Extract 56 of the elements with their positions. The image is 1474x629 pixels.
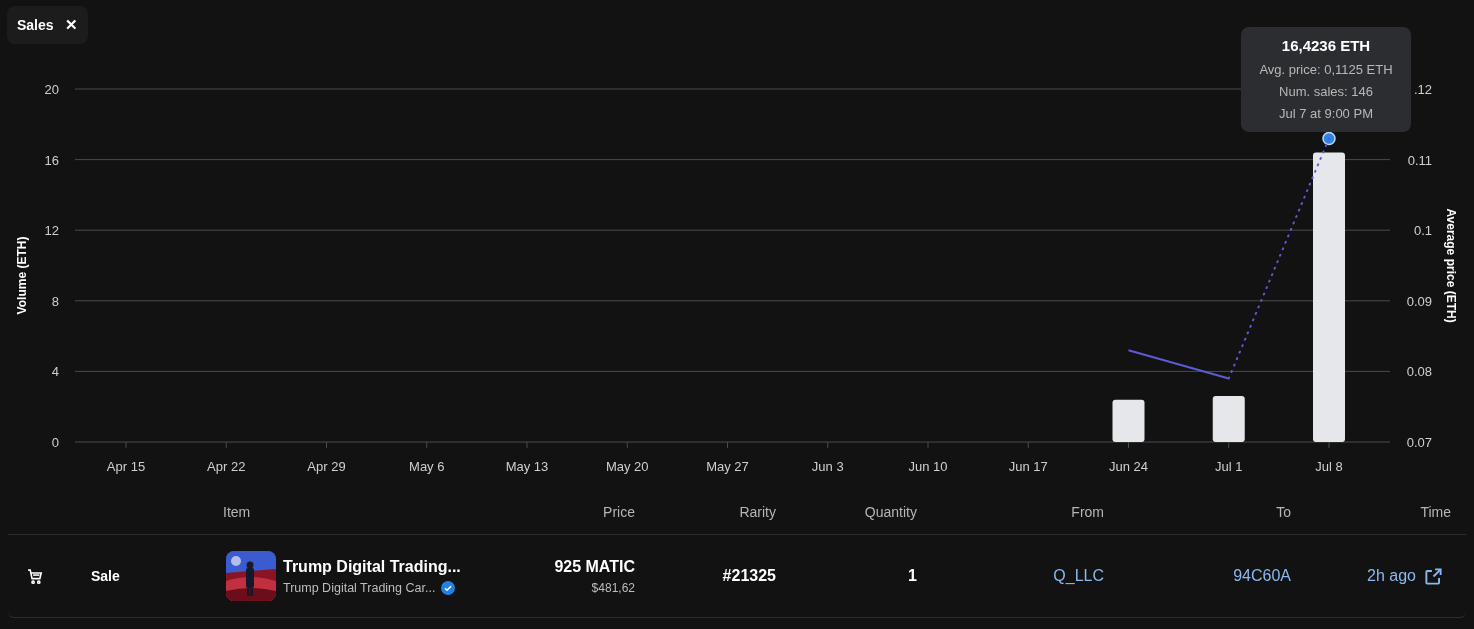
column-header: Time: [1419, 502, 1451, 522]
volume-bar: [1212, 396, 1245, 442]
chip-label: Sales: [17, 15, 54, 35]
to-link[interactable]: 94C60A: [1233, 567, 1291, 584]
x-tick-label: Jun 24: [1109, 459, 1148, 474]
volume-bar: [1112, 399, 1145, 442]
y2-tick-label: .12: [1413, 82, 1432, 97]
y2-tick-label: 0.08: [1406, 364, 1432, 380]
x-tick-label: May 13: [505, 459, 549, 474]
y2-axis-title: Average price (ETH): [1444, 208, 1458, 323]
y-tick-label: 12: [44, 223, 59, 239]
y2-tick-label: 0.09: [1406, 293, 1432, 309]
tooltip-line: Avg. price: 0,1125 ETH: [1259, 60, 1393, 79]
cart-icon: [25, 567, 43, 585]
time-link[interactable]: 2h ago: [1367, 564, 1416, 588]
quantity: 1: [908, 567, 917, 584]
column-header: Item: [222, 502, 252, 522]
highlight-point: [1322, 131, 1336, 146]
y-tick-label: 16: [44, 152, 59, 168]
price-usd: $481,62: [591, 580, 635, 597]
y-tick-label: 0: [51, 435, 59, 450]
y-tick-label: 20: [44, 82, 59, 97]
x-tick-label: Jun 17: [1008, 459, 1048, 474]
column-header: Rarity: [738, 502, 776, 522]
item-name[interactable]: Trump Digital Trading...: [283, 554, 461, 579]
column-header: Price: [602, 502, 635, 522]
y2-tick-label: 0.1: [1413, 223, 1432, 239]
column-header: To: [1275, 502, 1291, 522]
x-tick-label: May 6: [409, 459, 445, 474]
x-tick-label: Jul 8: [1315, 459, 1343, 474]
x-tick-label: Jul 1: [1215, 459, 1243, 474]
x-tick-label: May 27: [706, 459, 749, 474]
column-header: Quantity: [863, 502, 917, 522]
column-header: From: [1070, 502, 1104, 522]
x-tick-label: Apr 22: [207, 459, 246, 474]
tooltip-title: 16,4236 ETH: [1281, 36, 1371, 56]
external-link-icon[interactable]: [1424, 566, 1443, 586]
x-tick-label: May 20: [605, 459, 649, 474]
x-tick-label: Apr 15: [106, 459, 146, 474]
from-link[interactable]: Q_LLC: [1053, 567, 1104, 584]
rarity: #21325: [722, 567, 776, 584]
x-tick-label: Jun 3: [811, 459, 844, 474]
y-tick-label: 8: [51, 293, 59, 309]
price: 925 MATIC: [554, 557, 635, 577]
event-type: Sale: [91, 568, 120, 584]
tooltip-line: Num. sales: 146: [1279, 82, 1373, 101]
y2-tick-label: 0.07: [1406, 435, 1432, 450]
x-tick-label: Apr 29: [307, 459, 346, 474]
close-button[interactable]: ✕: [64, 13, 78, 37]
table-row[interactable]: Sale Trump Digital Trading... Trump Digital Trading Car... 925 MATIC $481,62 #21325 1 Q_LLC 94C60A 2h ago: [8, 534, 1466, 618]
collection-name[interactable]: Trump Digital Trading Car...: [283, 578, 436, 598]
x-tick-label: Jun 10: [908, 459, 948, 474]
y-tick-label: 4: [51, 364, 59, 380]
y-axis-title: Volume (ETH): [15, 236, 29, 315]
y2-tick-label: 0.11: [1407, 152, 1432, 168]
tooltip-line: Jul 7 at 9:00 PM: [1279, 104, 1373, 123]
